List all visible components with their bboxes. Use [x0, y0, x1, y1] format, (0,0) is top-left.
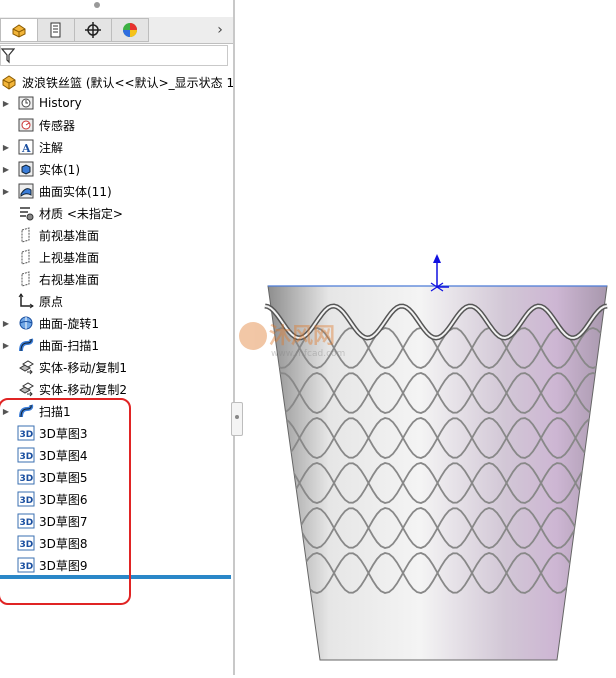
- display-manager-tab[interactable]: [111, 18, 149, 42]
- crosshair-icon: [85, 22, 101, 38]
- model-view: 沐风网 www.mfcad.com: [239, 254, 608, 661]
- tree-item[interactable]: 原点: [0, 291, 63, 311]
- solid-bodies-icon: [17, 160, 35, 178]
- watermark-logo-text: 沐风网: [269, 324, 335, 349]
- tree-item-label: 材质 <未指定>: [39, 206, 123, 221]
- expand-arrow-icon[interactable]: ▶: [0, 93, 12, 113]
- annotation-icon: A: [17, 138, 35, 156]
- tree-item[interactable]: ▶ 曲面-扫描1: [0, 335, 99, 355]
- material-icon: [17, 204, 35, 222]
- tree-item[interactable]: 材质 <未指定>: [0, 203, 123, 223]
- tree-item-label: 曲面实体(11): [39, 184, 112, 199]
- tree-item[interactable]: 右视基准面: [0, 269, 99, 289]
- tree-root-label: 波浪铁丝篮 (默认<<默认>_显示状态 1: [22, 75, 233, 90]
- tree-item-label: 前视基准面: [39, 228, 100, 243]
- surface-bodies-icon: [17, 182, 35, 200]
- expand-arrow-icon[interactable]: ▶: [0, 181, 12, 201]
- tree-item-label: 实体-移动/复制2: [39, 382, 128, 397]
- tree-item[interactable]: 传感器: [0, 115, 75, 135]
- red-highlight-box: [0, 398, 131, 605]
- property-manager-icon: [50, 22, 61, 38]
- chevron-right-icon[interactable]: ›: [212, 21, 228, 39]
- graphics-area[interactable]: 沐风网 www.mfcad.com: [235, 0, 616, 675]
- filter-input[interactable]: [0, 45, 228, 66]
- tree-item[interactable]: 前视基准面: [0, 225, 99, 245]
- plane-icon: [17, 270, 35, 288]
- svg-text:A: A: [21, 142, 31, 155]
- panel-grip[interactable]: [94, 2, 100, 8]
- tree-item-label: 上视基准面: [39, 250, 100, 265]
- tree-item-label: 实体(1): [39, 162, 80, 177]
- configuration-manager-tab[interactable]: [74, 18, 112, 42]
- sensor-icon: [17, 116, 35, 134]
- tree-item[interactable]: ▶ 曲面-旋转1: [0, 313, 99, 333]
- tree-item[interactable]: 上视基准面: [0, 247, 99, 267]
- tree-item-label: 曲面-扫描1: [39, 338, 99, 353]
- tree-item[interactable]: ▶ A 注解: [0, 137, 63, 157]
- tree-item-label: 实体-移动/复制1: [39, 360, 128, 375]
- move-copy-body-icon: [17, 358, 35, 376]
- watermark-logo-icon: [239, 322, 267, 350]
- tree-item[interactable]: 实体-移动/复制2: [0, 379, 127, 399]
- manager-tab-bar: ›: [0, 17, 233, 44]
- plane-icon: [17, 248, 35, 266]
- axis-arrow-icon: [433, 254, 441, 263]
- sweep-surface-icon: [17, 336, 35, 354]
- feature-manager-panel: › 波浪铁丝篮 (默认<<默认>_显示状态 1 ▶ History 传感器 ▶ A 注解 ▶…: [0, 0, 233, 675]
- tree-item-label: 右视基准面: [39, 272, 100, 287]
- history-icon: [17, 94, 35, 112]
- tree-item[interactable]: 实体-移动/复制1: [0, 357, 127, 377]
- tree-item-label: 传感器: [39, 118, 76, 133]
- revolve-surface-icon: [17, 314, 35, 332]
- watermark-url: www.mfcad.com: [271, 349, 345, 359]
- expand-arrow-icon[interactable]: ▶: [0, 137, 12, 157]
- tree-item[interactable]: ▶ 曲面实体(11): [0, 181, 112, 201]
- part-icon: [0, 73, 18, 91]
- origin-icon: [17, 292, 35, 310]
- tree-root-part[interactable]: 波浪铁丝篮 (默认<<默认>_显示状态 1: [0, 72, 233, 92]
- move-copy-body-icon: [17, 380, 35, 398]
- filter-icon[interactable]: [1, 48, 15, 64]
- tree-item-label: 注解: [39, 140, 64, 155]
- tree-item-label: 曲面-旋转1: [39, 316, 99, 331]
- watermark: 沐风网 www.mfcad.com: [239, 322, 345, 359]
- display-manager-icon: [123, 23, 137, 37]
- expand-arrow-icon[interactable]: ▶: [0, 313, 12, 333]
- plane-icon: [17, 226, 35, 244]
- feature-manager-tab[interactable]: [0, 18, 38, 42]
- tree-item[interactable]: ▶ History: [0, 93, 82, 113]
- tree-item[interactable]: ▶ 实体(1): [0, 159, 80, 179]
- expand-arrow-icon[interactable]: ▶: [0, 159, 12, 179]
- feature-manager-icon: [12, 24, 26, 38]
- tree-item-label: History: [39, 96, 82, 110]
- property-manager-tab[interactable]: [37, 18, 75, 42]
- filter-bar: [0, 44, 233, 68]
- expand-arrow-icon[interactable]: ▶: [0, 335, 12, 355]
- tree-item-label: 原点: [39, 294, 64, 309]
